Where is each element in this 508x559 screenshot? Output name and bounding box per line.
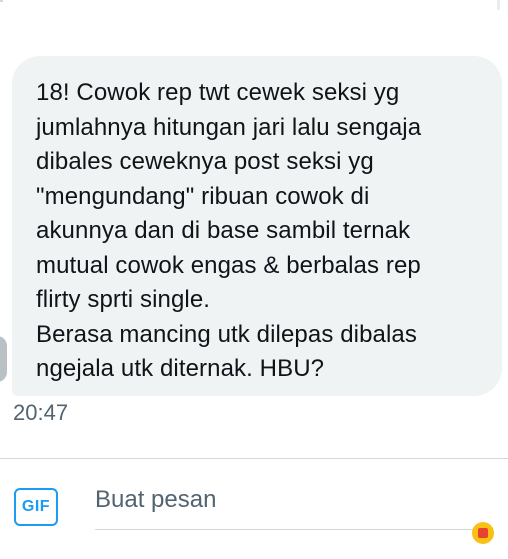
message-input[interactable] bbox=[95, 482, 485, 518]
message-timestamp: 20:47 bbox=[13, 400, 69, 425]
message-text: 18! Cowok rep twt cewek seksi yg jumlahn… bbox=[36, 79, 422, 382]
message-input-underline bbox=[95, 529, 485, 530]
composer-divider bbox=[0, 458, 508, 459]
message-bubble: 18! Cowok rep twt cewek seksi yg jumlahn… bbox=[12, 56, 502, 396]
avatar[interactable] bbox=[0, 336, 7, 382]
send-icon[interactable] bbox=[472, 522, 494, 544]
scrollbar-edge bbox=[497, 0, 500, 10]
top-left-edge-mark bbox=[0, 0, 3, 2]
gif-button[interactable]: GIF bbox=[14, 488, 58, 526]
